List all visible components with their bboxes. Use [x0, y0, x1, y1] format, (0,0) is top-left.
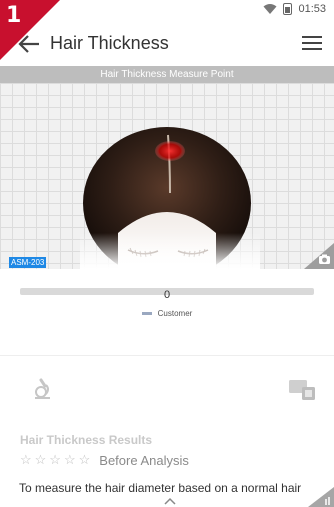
- camera-icon[interactable]: [304, 243, 334, 269]
- section-divider: [0, 355, 334, 356]
- gauge-value: 0: [163, 289, 171, 301]
- gauge-legend: Customer: [0, 309, 334, 318]
- measure-point-header: Hair Thickness Measure Point: [0, 66, 334, 83]
- hamburger-menu-icon[interactable]: [302, 36, 322, 50]
- result-gauge: 0 Customer: [0, 269, 334, 355]
- measure-point-image[interactable]: [0, 83, 334, 269]
- menu-line: [302, 42, 322, 44]
- menu-line: [302, 36, 322, 38]
- legend-label: Customer: [157, 309, 193, 318]
- status-time: 01:53: [298, 3, 326, 15]
- step-number: 1: [6, 3, 22, 28]
- chevron-up-icon[interactable]: [164, 496, 176, 506]
- model-tag: ASM-203: [9, 257, 47, 268]
- menu-line: [302, 48, 322, 50]
- bottom-fade: [80, 233, 260, 269]
- battery-icon: [283, 3, 293, 15]
- rating-row: ☆☆☆☆☆ Before Analysis: [20, 452, 189, 468]
- results-title: Hair Thickness Results: [20, 433, 153, 447]
- measure-point-marker: [155, 141, 185, 161]
- star-rating: ☆☆☆☆☆: [20, 452, 94, 467]
- head-illustration: [80, 127, 260, 269]
- rating-label: Before Analysis: [99, 452, 189, 468]
- legend-swatch: [141, 312, 152, 316]
- page-title: Hair Thickness: [50, 33, 169, 53]
- corner-tab[interactable]: [308, 487, 334, 507]
- results-description: To measure the hair diameter based on a …: [19, 481, 302, 495]
- wifi-icon: [263, 4, 277, 14]
- status-indicators: 01:53: [263, 3, 326, 15]
- microscope-icon[interactable]: [32, 377, 54, 399]
- device-icon[interactable]: [288, 378, 318, 402]
